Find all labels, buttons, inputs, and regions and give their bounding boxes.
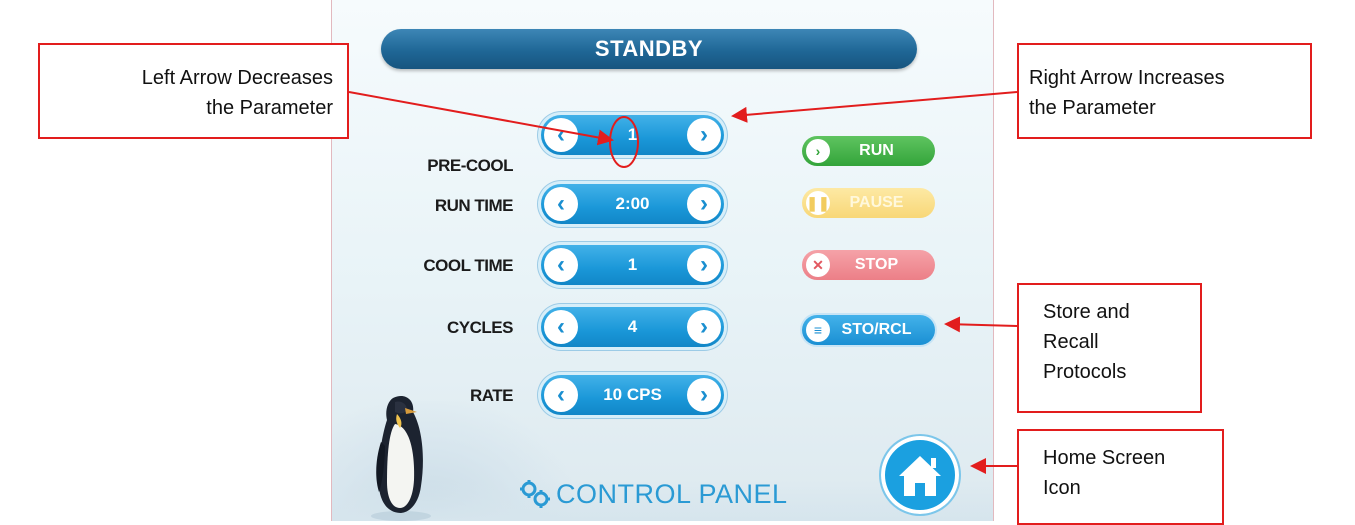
store-recall-pointer	[944, 316, 1018, 333]
left-arrow-pointer	[348, 91, 614, 146]
pre-cool-value-highlight	[609, 116, 639, 168]
right-arrow-pointer	[731, 91, 1018, 123]
annotation-overlay	[348, 91, 1018, 474]
